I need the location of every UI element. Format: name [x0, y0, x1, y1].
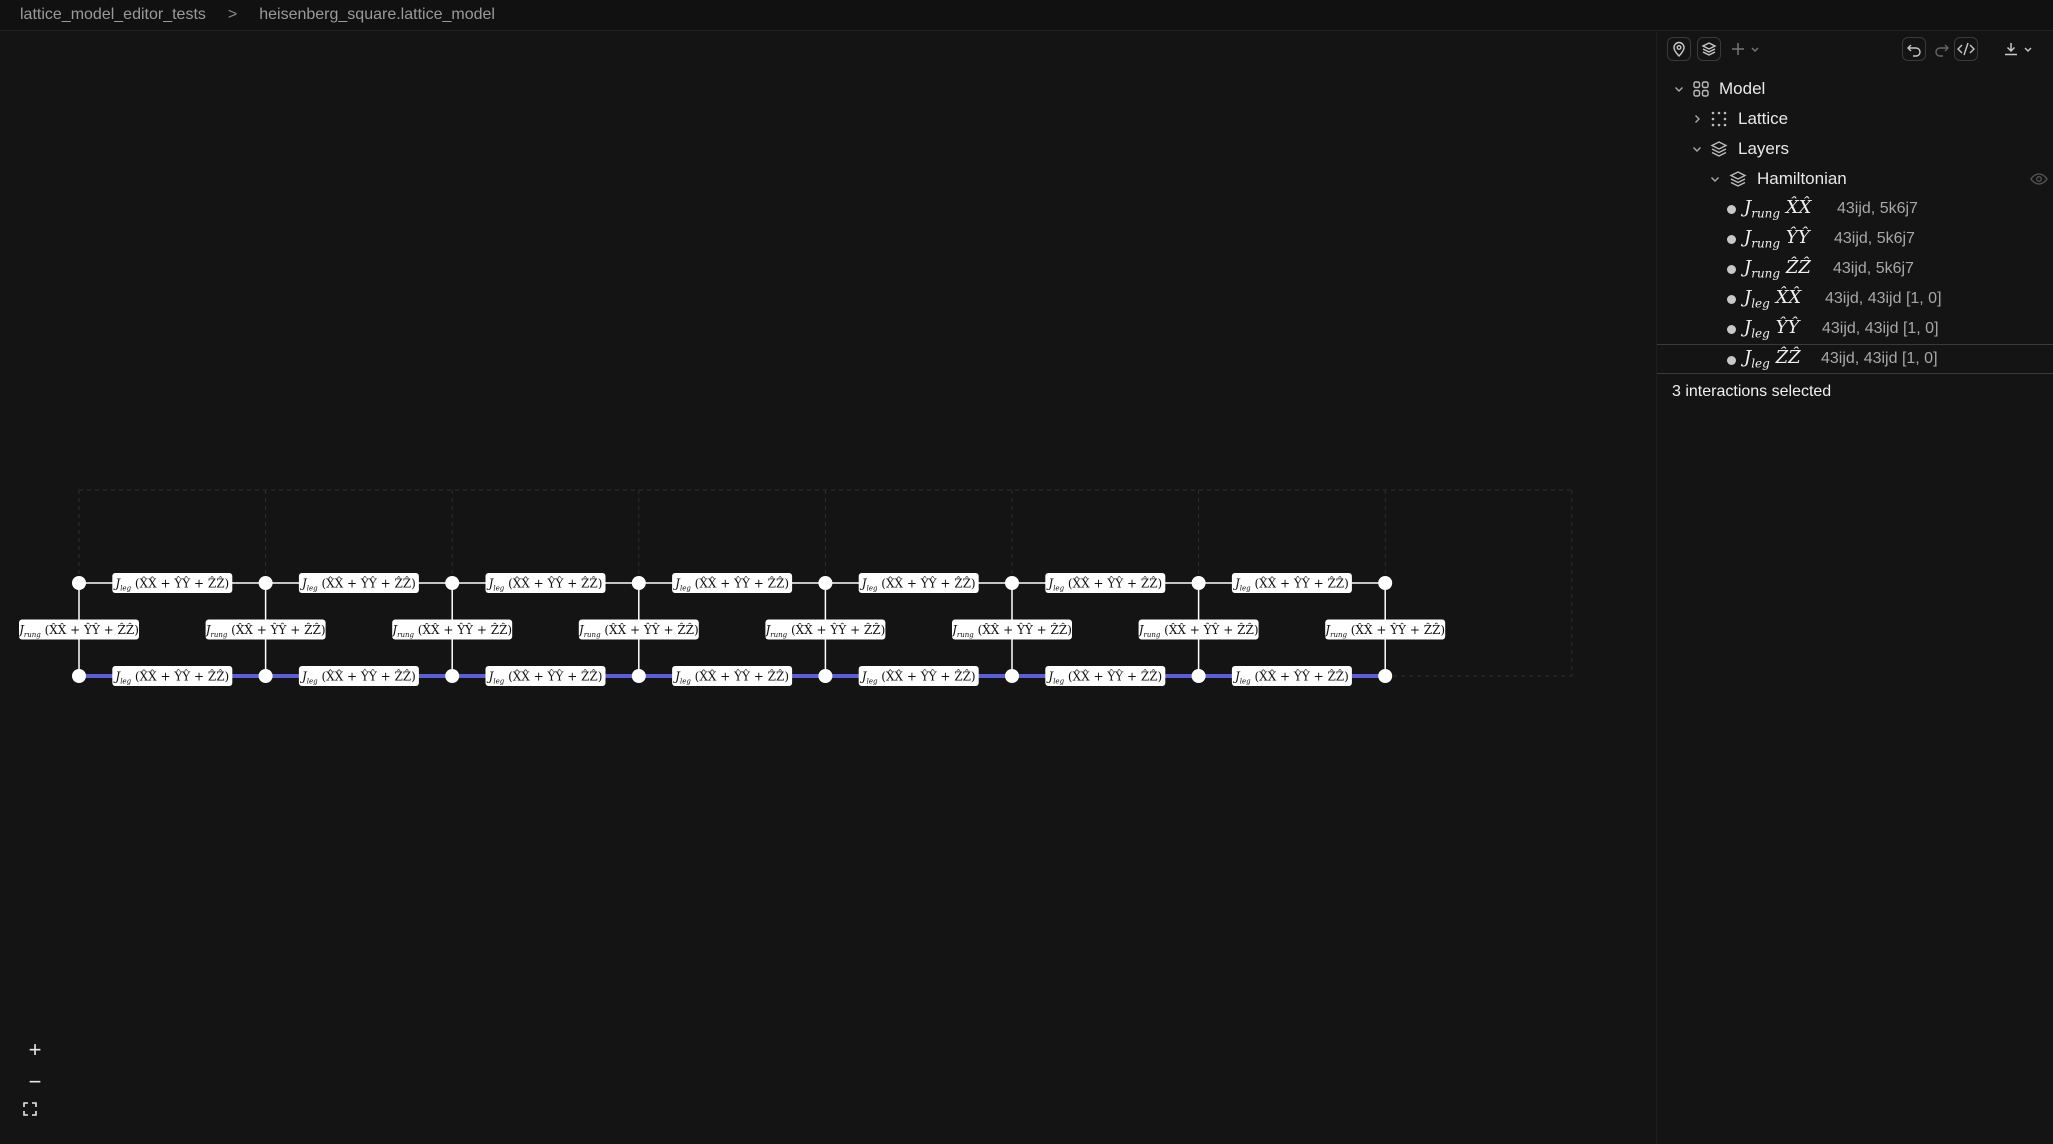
term-sites: 43ijd, 5k6j7	[1837, 200, 1918, 217]
selection-status: 3 interactions selected	[1672, 383, 1832, 400]
term-sites: 43ijd, 5k6j7	[1834, 230, 1915, 247]
term-formula: Jleg ẐẐ	[1744, 347, 1801, 371]
tree-item-term[interactable]: Jrung ŶŶ 43ijd, 5k6j7	[1657, 224, 2053, 254]
location-pin-icon	[1673, 41, 1685, 57]
term-bullet	[1727, 295, 1736, 304]
plus-icon	[1732, 43, 1744, 55]
lattice-icon	[1711, 111, 1727, 127]
grid-icon	[1693, 81, 1709, 97]
undo-button[interactable]	[1902, 37, 1926, 61]
fit-view-button[interactable]	[22, 1101, 48, 1127]
lattice-site[interactable]	[1005, 669, 1019, 683]
term-sites: 43ijd, 43ijd [1, 0]	[1822, 320, 1939, 337]
breadcrumb-separator: >	[227, 6, 238, 23]
term-bullet	[1727, 235, 1736, 244]
layers-button[interactable]	[1697, 37, 1721, 61]
lattice-site[interactable]	[445, 576, 460, 590]
add-button[interactable]	[1731, 37, 1761, 61]
tree-item-lattice-label: Lattice	[1738, 109, 1789, 128]
lattice-site[interactable]	[1191, 576, 1206, 590]
tree-item-term[interactable]: Jrung X̂X̂ 43ijd, 5k6j7	[1657, 194, 2053, 224]
layers-icon	[1701, 42, 1717, 56]
minus-icon: −	[28, 1069, 42, 1094]
breadcrumb-project[interactable]: lattice_model_editor_tests	[20, 6, 206, 24]
code-button[interactable]	[1954, 37, 1978, 61]
chevron-right-icon[interactable]	[1691, 113, 1703, 125]
term-formula: Jrung ẐẐ	[1744, 257, 1811, 281]
term-formula: Jleg ŶŶ	[1744, 317, 1800, 341]
undo-icon	[1907, 44, 1921, 57]
tree-item-layers-label: Layers	[1738, 139, 1790, 158]
tree-item-term-selected[interactable]: Jleg ẐẐ 43ijd, 43ijd [1, 0]	[1657, 344, 2053, 374]
eye-icon[interactable]	[2030, 172, 2048, 186]
term-formula: Jleg X̂X̂	[1744, 287, 1802, 311]
plus-icon: +	[28, 1037, 42, 1062]
tree-item-term[interactable]: Jleg ŶŶ 43ijd, 43ijd [1, 0]	[1657, 314, 2053, 344]
tree-item-term[interactable]: Jleg X̂X̂ 43ijd, 43ijd [1, 0]	[1657, 284, 2053, 314]
term-bullet	[1727, 205, 1736, 214]
panel-toolbar	[1657, 37, 2053, 67]
lattice-site[interactable]	[1378, 576, 1393, 590]
term-bullet	[1727, 265, 1736, 274]
download-icon	[2005, 43, 2017, 56]
term-formula: Jrung ŶŶ	[1744, 227, 1810, 251]
layers-icon	[1729, 171, 1747, 187]
term-formula: Jrung X̂X̂	[1744, 197, 1812, 221]
lattice-site[interactable]	[72, 576, 86, 590]
model-tree: Model Lattice Layers Hamiltonian Jrung X…	[1657, 74, 2053, 374]
tree-item-layers[interactable]: Layers	[1657, 134, 2053, 164]
term-sites: 43ijd, 5k6j7	[1833, 260, 1914, 277]
model-panel: Model Lattice Layers Hamiltonian Jrung X…	[1656, 31, 2053, 1144]
redo-button[interactable]	[1934, 37, 1950, 61]
zoom-out-button[interactable]: −	[22, 1069, 48, 1095]
tree-item-hamiltonian-label: Hamiltonian	[1757, 169, 1847, 188]
chevron-down-icon[interactable]	[1691, 143, 1703, 155]
download-button[interactable]	[2004, 37, 2034, 61]
breadcrumb-file[interactable]: heisenberg_square.lattice_model	[259, 6, 495, 24]
lattice-site[interactable]	[1191, 669, 1206, 683]
chevron-down-icon	[2024, 47, 2032, 52]
tree-item-term[interactable]: Jrung ẐẐ 43ijd, 5k6j7	[1657, 254, 2053, 284]
tree-item-lattice[interactable]: Lattice	[1657, 104, 2053, 134]
tree-item-hamiltonian[interactable]: Hamiltonian	[1657, 164, 2053, 194]
lattice-site[interactable]	[631, 576, 646, 590]
chevron-down-icon	[1751, 47, 1759, 52]
lattice-site[interactable]	[818, 669, 833, 683]
breadcrumb: lattice_model_editor_tests > heisenberg_…	[0, 0, 2053, 31]
layers-icon	[1710, 141, 1728, 157]
term-bullet	[1727, 325, 1736, 334]
lattice-site[interactable]	[258, 669, 273, 683]
lattice-site[interactable]	[1005, 576, 1019, 590]
redo-icon	[1935, 44, 1949, 57]
lattice-site[interactable]	[631, 669, 646, 683]
lattice-site[interactable]	[72, 669, 86, 683]
term-sites: 43ijd, 43ijd [1, 0]	[1825, 290, 1942, 307]
lattice-site[interactable]	[818, 576, 833, 590]
lattice-site[interactable]	[258, 576, 273, 590]
location-pin-button[interactable]	[1667, 37, 1691, 61]
lattice-graph[interactable]: Jleg (X̂X̂ + ŶŶ + ẐẐ)Jleg (X̂X̂ + ŶŶ + Ẑ…	[0, 31, 1656, 1144]
fit-screen-icon	[23, 1102, 37, 1116]
code-icon	[1957, 42, 1975, 56]
lattice-site[interactable]	[1378, 669, 1393, 683]
term-bullet	[1727, 356, 1736, 365]
term-sites: 43ijd, 43ijd [1, 0]	[1821, 350, 1938, 367]
chevron-down-icon[interactable]	[1709, 173, 1721, 185]
lattice-canvas[interactable]: Jleg (X̂X̂ + ŶŶ + ẐẐ) Jleg (X̂X̂ + ŶŶ + Ẑ…	[0, 31, 1656, 1144]
tree-item-model[interactable]: Model	[1657, 74, 2053, 104]
chevron-down-icon[interactable]	[1673, 83, 1685, 95]
zoom-in-button[interactable]: +	[22, 1037, 48, 1063]
lattice-site[interactable]	[445, 669, 460, 683]
tree-item-model-label: Model	[1719, 79, 1766, 98]
